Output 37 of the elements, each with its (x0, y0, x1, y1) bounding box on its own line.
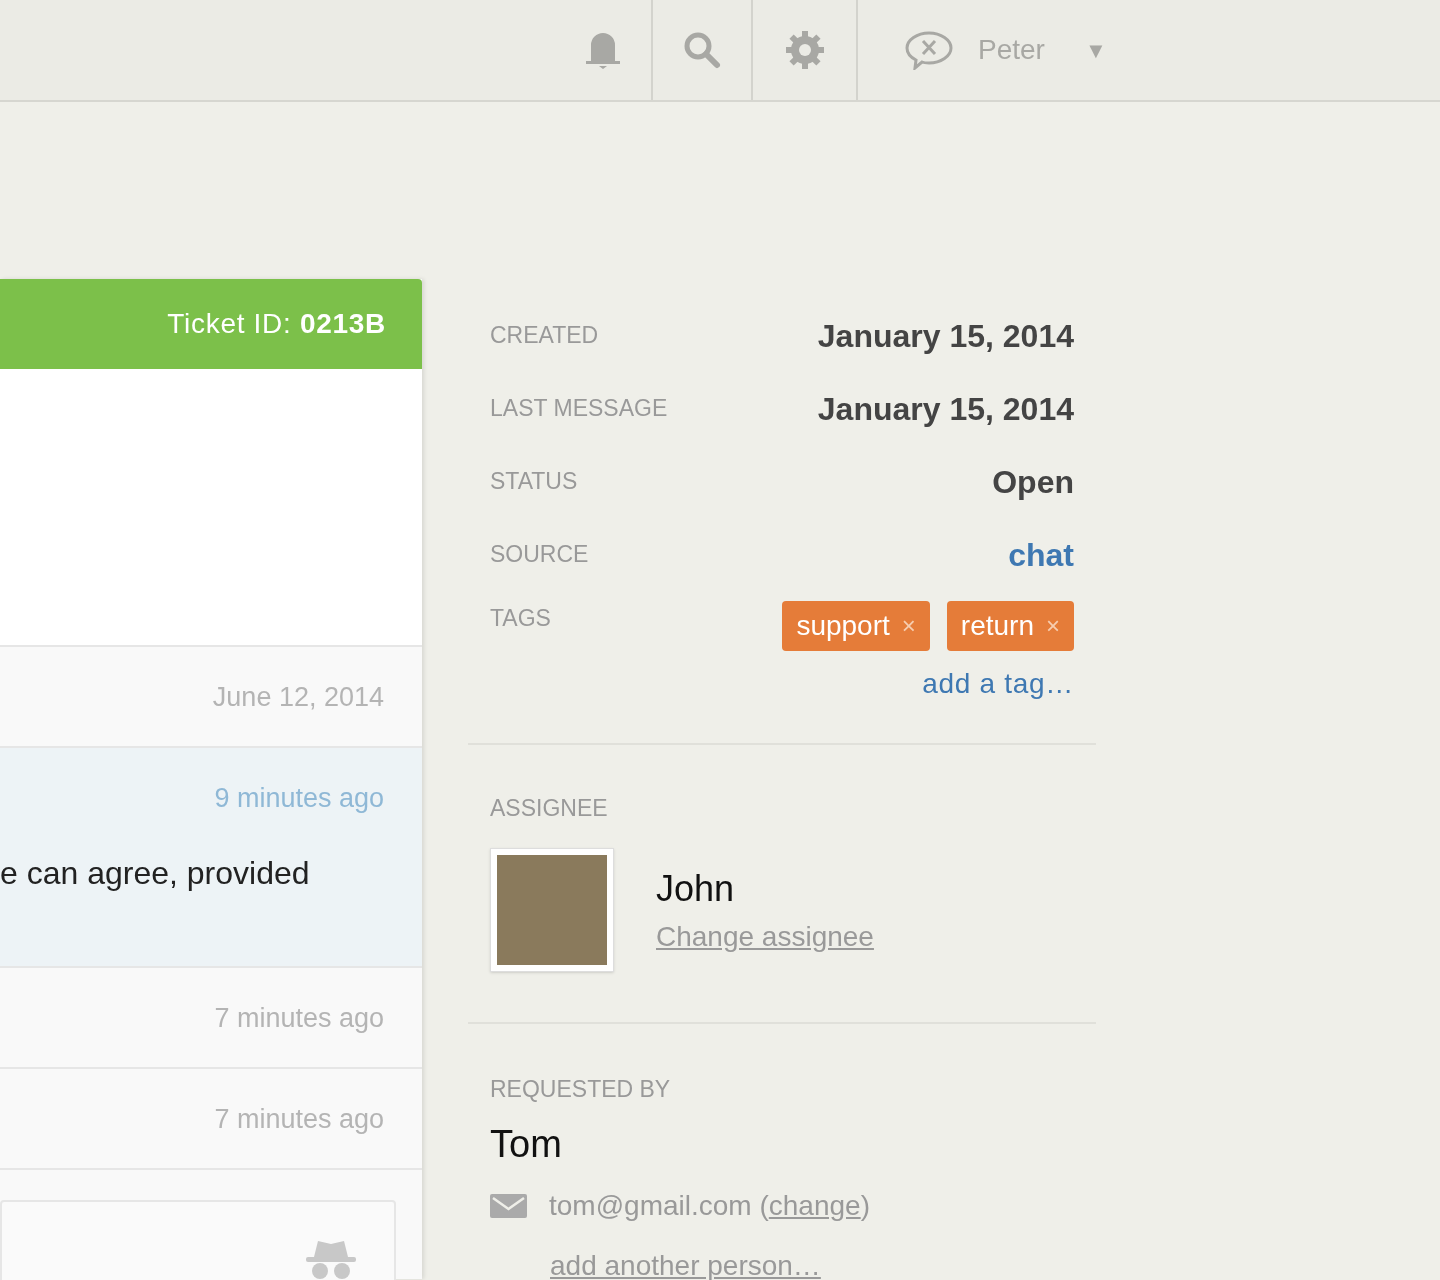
section-label: ASSIGNEE (490, 794, 609, 823)
message-text: e can agree, provided (0, 853, 311, 893)
field-label: STATUS (490, 467, 578, 497)
user-name[interactable]: Peter (978, 29, 1045, 71)
field-value: January 15, 2014 (817, 316, 1074, 356)
message-time: 7 minutes ago (214, 1103, 384, 1136)
dropdown-caret[interactable]: ▼ (1084, 33, 1107, 67)
requester-name: Tom (490, 1122, 563, 1167)
message-row[interactable]: 7 minutes ago (0, 968, 422, 1069)
tag-name: support (796, 609, 890, 643)
message-row[interactable]: 7 minutes ago (0, 1069, 422, 1170)
message-row[interactable]: 9 minutes ago e can agree, provided (0, 748, 422, 968)
add-tag-link[interactable]: add a tag… (922, 663, 1074, 705)
message-time: 9 minutes ago (214, 782, 384, 815)
field-value: Open (992, 462, 1074, 502)
source-link[interactable]: chat (1008, 530, 1074, 579)
message-time: June 12, 2014 (212, 681, 384, 714)
message-time: 7 minutes ago (214, 1002, 384, 1035)
change-assignee-link[interactable]: Change assignee (656, 915, 874, 958)
field-label: TAGS (490, 604, 551, 633)
message-row[interactable]: June 12, 2014 (0, 647, 422, 748)
assignee-name: John (656, 866, 736, 911)
tag-name: return (960, 609, 1034, 643)
remove-tag-button[interactable]: × (1046, 608, 1060, 644)
add-person-link[interactable]: add another person… (550, 1245, 821, 1280)
reply-box[interactable] (0, 1200, 396, 1280)
section-label: REQUESTED BY (490, 1074, 672, 1104)
field-label: CREATED (490, 321, 599, 351)
field-label: LAST MESSAGE (490, 394, 668, 424)
ticket-id: Ticket ID: 0213B (167, 307, 386, 341)
envelope-icon (490, 1194, 527, 1218)
field-value: January 15, 2014 (817, 389, 1074, 429)
requester-email: tom@gmail.com (change) (549, 1189, 870, 1223)
change-email-link[interactable]: change (768, 1190, 861, 1221)
remove-tag-button[interactable]: × (901, 608, 916, 644)
chat-bubble-x-icon[interactable] (904, 30, 954, 70)
field-label: SOURCE (490, 540, 589, 570)
